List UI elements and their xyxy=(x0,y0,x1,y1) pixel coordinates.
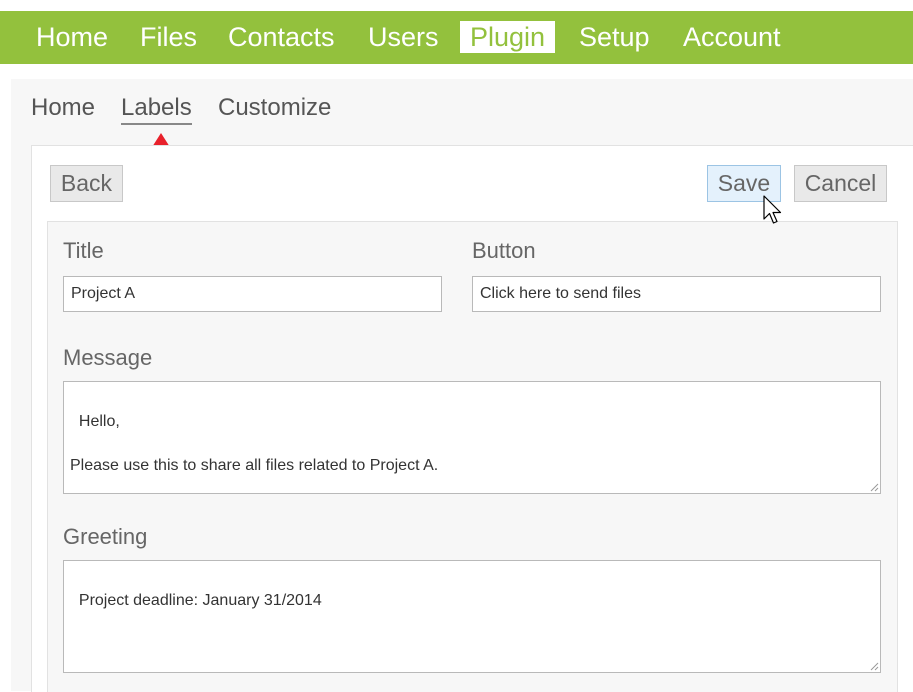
title-input[interactable]: Project A xyxy=(63,276,442,312)
greeting-label: Greeting xyxy=(63,524,148,549)
sub-nav-labels[interactable]: Labels xyxy=(121,94,192,125)
sub-nav-home[interactable]: Home xyxy=(31,94,95,122)
back-button[interactable]: Back xyxy=(50,165,123,202)
mouse-pointer-icon xyxy=(763,195,782,224)
top-nav-contacts[interactable]: Contacts xyxy=(228,21,335,53)
greeting-text: Project deadline: January 31/2014 xyxy=(78,592,322,609)
button-text-input[interactable]: Click here to send files xyxy=(472,276,881,312)
button-label: Button xyxy=(472,238,536,263)
title-label: Title xyxy=(63,238,104,263)
cancel-button[interactable]: Cancel xyxy=(794,165,887,202)
resize-grip-icon[interactable] xyxy=(870,662,879,671)
top-nav-account[interactable]: Account xyxy=(683,21,781,53)
resize-grip-icon[interactable] xyxy=(870,483,879,492)
greeting-textarea[interactable]: Project deadline: January 31/2014 xyxy=(63,560,881,673)
message-label: Message xyxy=(63,345,153,370)
top-nav-users[interactable]: Users xyxy=(368,21,439,53)
top-nav-plugin[interactable]: Plugin xyxy=(460,21,556,53)
message-textarea[interactable]: Hello, Please use this to share all file… xyxy=(63,381,881,494)
message-text: Hello, Please use this to share all file… xyxy=(70,413,439,474)
top-nav-bar: Home Files Contacts Users Plugin Setup A… xyxy=(0,11,913,64)
sub-nav-customize[interactable]: Customize xyxy=(218,94,331,122)
top-nav-files[interactable]: Files xyxy=(140,21,197,53)
top-nav-home[interactable]: Home xyxy=(36,21,108,53)
top-nav-setup[interactable]: Setup xyxy=(579,21,650,53)
